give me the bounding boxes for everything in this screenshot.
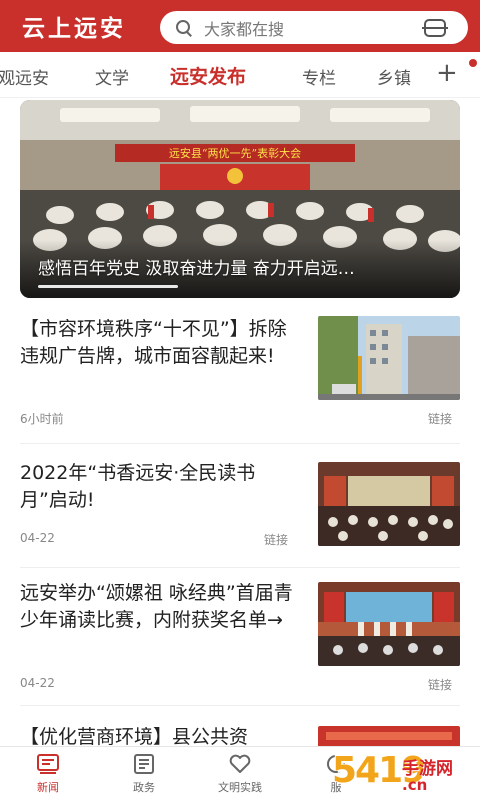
scan-icon[interactable] [422, 18, 448, 37]
news-thumbnail [318, 462, 460, 546]
nav-label: 新闻 [37, 781, 59, 794]
tab-yuanan-release[interactable]: 远安发布 [170, 62, 246, 89]
tab-column[interactable]: 专栏 [302, 64, 336, 89]
search-icon [176, 19, 192, 36]
news-item[interactable]: 【市容环境秩序“十不见”】拆除违规广告牌，城市面容靓起来! 6小时前 链接 [20, 316, 460, 444]
app-header: 云上远安 大家都在搜 [0, 0, 480, 52]
news-time: 04-22 [20, 676, 55, 690]
news-time: 6小时前 [20, 412, 64, 426]
channel-tabs: 观远安 文学 远安发布 专栏 乡镇 + [0, 52, 480, 98]
notification-dot [469, 59, 477, 67]
hero-banner-text: 远安县“两优一先”表彰大会 [169, 146, 301, 160]
news-item[interactable]: 2022年“书香远安·全民读书月”启动! 04-22 链接 [20, 460, 460, 568]
nav-label: 政务 [133, 781, 155, 794]
hero-banner[interactable]: 远安县“两优一先”表彰大会 感悟百年党史 汲取奋进力量 奋力开启远… [20, 100, 460, 298]
news-title: 【市容环境秩序“十不见”】拆除违规广告牌，城市面容靓起来! [20, 318, 287, 367]
search-placeholder: 大家都在搜 [204, 19, 285, 39]
app-title: 云上远安 [22, 15, 126, 42]
news-time: 04-22 [20, 531, 55, 545]
news-item[interactable]: 远安举办“颂嫘祖 咏经典”首届青少年诵读比赛，内附获奖名单→ 04-22 链接 [20, 580, 460, 706]
news-thumbnail [318, 582, 460, 666]
nav-news[interactable]: 新闻 [8, 753, 88, 795]
news-link-tag: 链接 [264, 533, 289, 547]
nav-civilization-practice[interactable]: 文明实践 [200, 753, 280, 795]
search-box[interactable]: 大家都在搜 [160, 11, 468, 44]
tab-township[interactable]: 乡镇 [377, 64, 411, 89]
tab-guan-yuanan[interactable]: 观远安 [0, 64, 49, 89]
news-thumbnail [318, 316, 460, 400]
tab-literature[interactable]: 文学 [95, 64, 129, 89]
add-channel-button[interactable]: + [436, 60, 458, 86]
news-link-tag: 链接 [428, 412, 453, 426]
watermark-url: .cn [402, 776, 428, 794]
news-link-tag: 链接 [428, 678, 453, 692]
news-title: 远安举办“颂嫘祖 咏经典”首届青少年诵读比赛，内附获奖名单→ [20, 582, 293, 631]
news-icon [37, 754, 59, 774]
news-title: 2022年“书香远安·全民读书月”启动! [20, 462, 256, 511]
heart-icon [229, 754, 251, 773]
nav-government[interactable]: 政务 [104, 753, 184, 795]
nav-label: 文明实践 [218, 781, 262, 794]
government-icon [134, 754, 154, 774]
hero-caption: 感悟百年党史 汲取奋进力量 奋力开启远… [38, 259, 355, 279]
site-watermark: 5419 手游网 .cn [332, 750, 480, 800]
carousel-indicator [38, 285, 178, 288]
